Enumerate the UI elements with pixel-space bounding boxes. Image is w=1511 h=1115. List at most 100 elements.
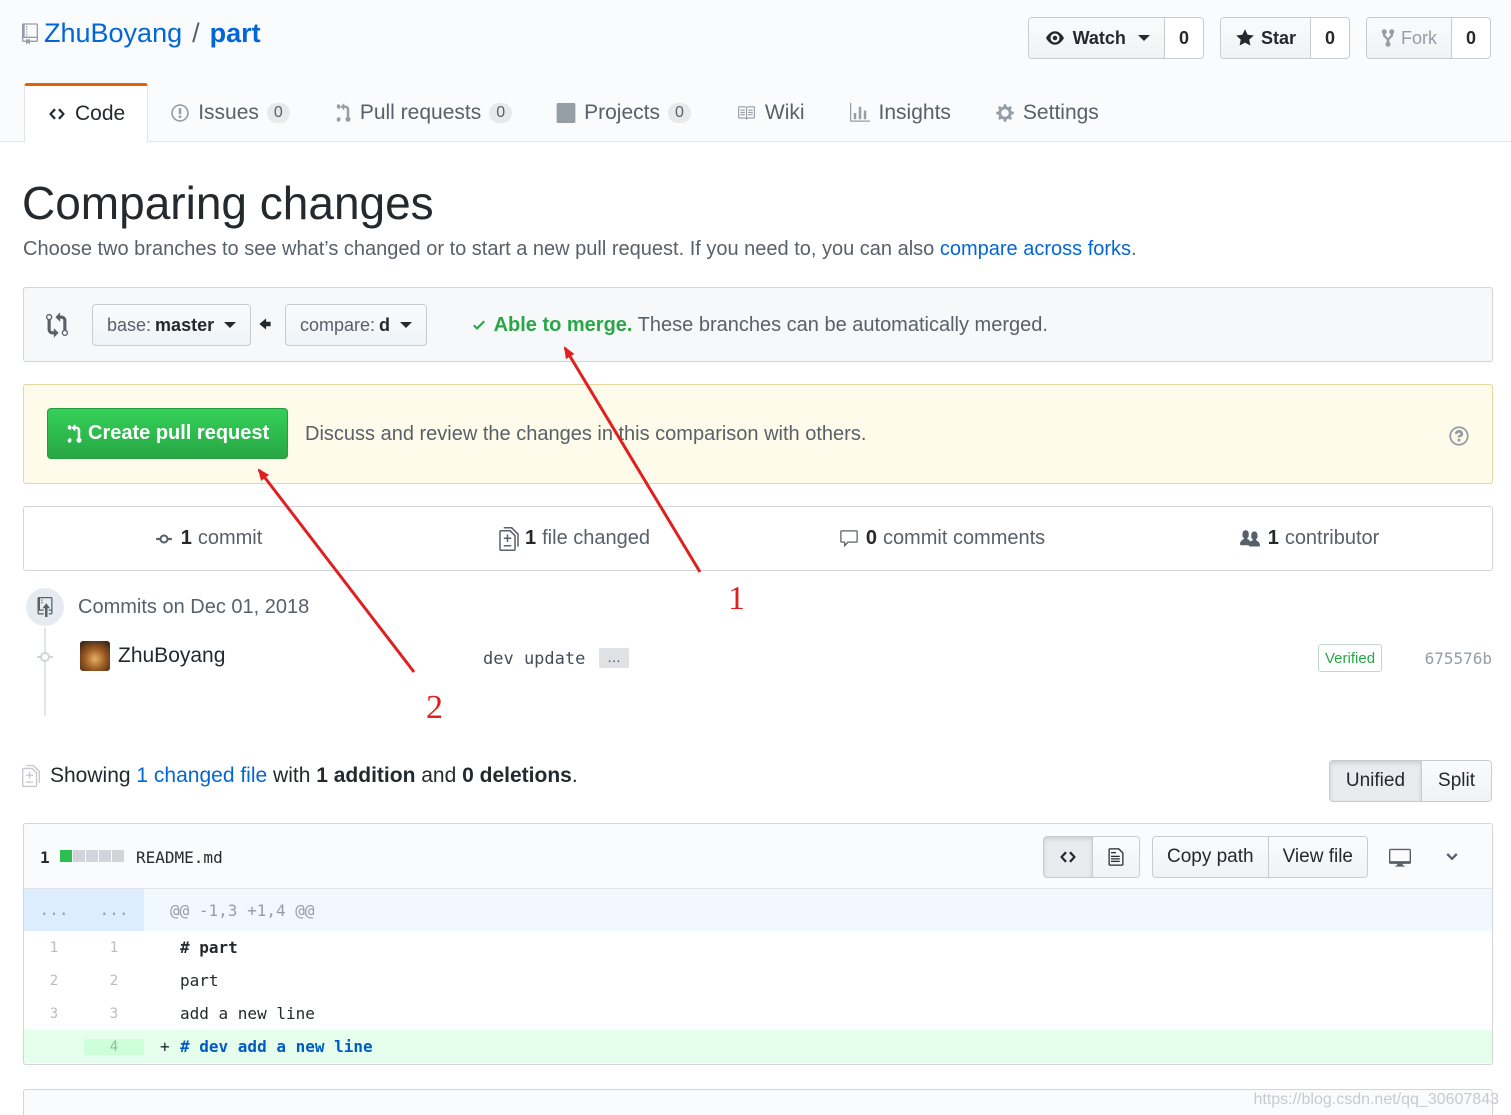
compare-branch-select[interactable]: compare: d	[285, 304, 428, 346]
file-name-link[interactable]: README.md	[136, 848, 223, 867]
file-link-buttons: Copy path View file	[1151, 836, 1368, 878]
pull-requests-counter: 0	[489, 102, 513, 123]
star-count[interactable]: 0	[1310, 18, 1349, 58]
issue-opened-icon	[171, 103, 189, 122]
commit-sha-link[interactable]: 675576b	[1425, 649, 1492, 668]
unified-button[interactable]: Unified	[1329, 761, 1423, 801]
toc-files-link[interactable]: 1 changed file	[136, 764, 267, 787]
expand-commit-button[interactable]: …	[599, 648, 629, 668]
flash-text: Discuss and review the changes in this c…	[305, 423, 867, 445]
hunk-header-row: ... ... @@ -1,3 +1,4 @@	[24, 889, 1492, 931]
check-icon	[473, 320, 485, 330]
create-pull-request-button[interactable]: Create pull request	[47, 408, 289, 459]
merge-detail-text: These branches can be automatically merg…	[632, 314, 1048, 336]
code-icon	[49, 108, 65, 120]
question-icon[interactable]	[1448, 425, 1470, 447]
tab-label: Projects	[584, 100, 660, 124]
line-code: # dev add a new line	[180, 1037, 373, 1056]
tab-label: Wiki	[764, 100, 805, 124]
expand-down-button[interactable]: ...	[84, 889, 144, 931]
new-line-number[interactable]: 3	[84, 1006, 144, 1022]
graph-icon	[849, 102, 870, 122]
old-line-number[interactable]: 3	[24, 1006, 84, 1022]
summary-comments[interactable]: 0 commit comments	[758, 507, 1125, 570]
view-file-button[interactable]: View file	[1267, 837, 1367, 877]
base-branch-select[interactable]: base: master	[92, 304, 252, 346]
tab-code[interactable]: Code	[24, 83, 149, 143]
annotation-number-1: 1	[728, 580, 745, 617]
summary-label: contributor	[1284, 527, 1380, 549]
file-actions: Copy path View file	[1042, 836, 1472, 878]
commit-author-link[interactable]: ZhuBoyang	[118, 644, 225, 668]
summary-files[interactable]: 1 file changed	[391, 507, 758, 570]
compare-across-forks-link[interactable]: compare across forks	[940, 238, 1131, 260]
star-label: Star	[1260, 27, 1296, 48]
star-button[interactable]: Star	[1220, 18, 1311, 58]
watch-count[interactable]: 0	[1164, 18, 1203, 58]
tab-insights[interactable]: Insights	[827, 83, 973, 142]
rich-diff-button[interactable]	[1091, 837, 1139, 877]
tab-label: Insights	[878, 100, 951, 124]
tab-projects[interactable]: Projects 0	[534, 83, 713, 142]
chevron-down-icon	[400, 322, 413, 328]
commit-message-link[interactable]: dev update	[483, 649, 585, 669]
tab-issues[interactable]: Issues 0	[148, 83, 312, 142]
avatar[interactable]	[80, 641, 110, 671]
summary-commits[interactable]: 1 commit	[24, 507, 391, 570]
new-line-number[interactable]: 1	[84, 940, 144, 956]
add-marker: +	[160, 1037, 170, 1056]
fork-button[interactable]: Fork	[1366, 18, 1452, 58]
git-commit-icon	[155, 534, 172, 543]
old-line-number[interactable]: 1	[24, 940, 84, 956]
old-line-number[interactable]: 2	[24, 973, 84, 989]
repo-actions: Watch 0 Star 0 Fork 0	[1027, 17, 1491, 59]
organization-icon	[1239, 529, 1260, 546]
line-code: add a new line	[180, 1004, 315, 1023]
summary-count: 1	[180, 527, 192, 549]
project-icon	[556, 102, 576, 123]
git-pull-request-icon	[67, 423, 82, 443]
verified-badge[interactable]: Verified	[1318, 644, 1383, 672]
diff-line: 1 1 # part	[24, 931, 1492, 964]
compare-label: compare:	[300, 314, 376, 335]
lead-text: Choose two branches to see what’s change…	[23, 238, 940, 260]
open-desktop-button[interactable]	[1380, 836, 1420, 878]
new-line-number[interactable]: 2	[84, 973, 144, 989]
summary-label: commit	[197, 527, 263, 549]
collapse-file-button[interactable]	[1432, 836, 1472, 878]
file-diff-icon	[499, 526, 519, 551]
watch-group: Watch 0	[1027, 17, 1204, 59]
summary-contributors[interactable]: 1 contributor	[1125, 507, 1492, 570]
diff-toc: Showing 1 changed file with 1 addition a…	[22, 764, 578, 788]
tab-settings[interactable]: Settings	[973, 83, 1121, 142]
fork-count[interactable]: 0	[1451, 18, 1490, 58]
merge-ok-text: Able to merge.	[493, 314, 633, 336]
repo-owner-link[interactable]: ZhuBoyang	[44, 18, 182, 49]
watermark-text: https://blog.csdn.net/qq_30607843	[1253, 1091, 1499, 1108]
diff-line: 2 2 part	[24, 964, 1492, 997]
copy-path-button[interactable]: Copy path	[1152, 837, 1268, 877]
watch-button[interactable]: Watch	[1028, 18, 1165, 58]
arrow-left-icon	[259, 318, 271, 330]
repo-name-link[interactable]: part	[210, 18, 261, 49]
toc-additions: 1 addition	[316, 764, 416, 787]
new-line-number[interactable]: 4	[84, 1038, 144, 1055]
tab-pull-requests[interactable]: Pull requests 0	[312, 83, 534, 142]
hunk-header: @@ -1,3 +1,4 @@	[170, 900, 315, 920]
watch-label: Watch	[1072, 27, 1126, 48]
tab-wiki[interactable]: Wiki	[713, 83, 827, 142]
source-diff-button[interactable]	[1043, 837, 1092, 877]
issues-counter: 0	[266, 102, 290, 123]
split-button[interactable]: Split	[1422, 761, 1491, 801]
comment-icon	[840, 529, 858, 547]
merge-status: Able to merge. These branches can be aut…	[470, 314, 1048, 337]
chevron-down-icon	[1137, 35, 1150, 41]
file-diff-icon	[22, 764, 40, 788]
chevron-down-icon	[1446, 853, 1458, 861]
timeline-line	[44, 628, 46, 716]
git-compare-icon[interactable]	[46, 312, 68, 338]
file-diff: 1 README.md Copy path View file ... ... …	[23, 823, 1493, 1065]
page-lead: Choose two branches to see what’s change…	[23, 238, 1137, 261]
expand-up-button[interactable]: ...	[24, 889, 84, 931]
page-title: Comparing changes	[22, 177, 434, 229]
